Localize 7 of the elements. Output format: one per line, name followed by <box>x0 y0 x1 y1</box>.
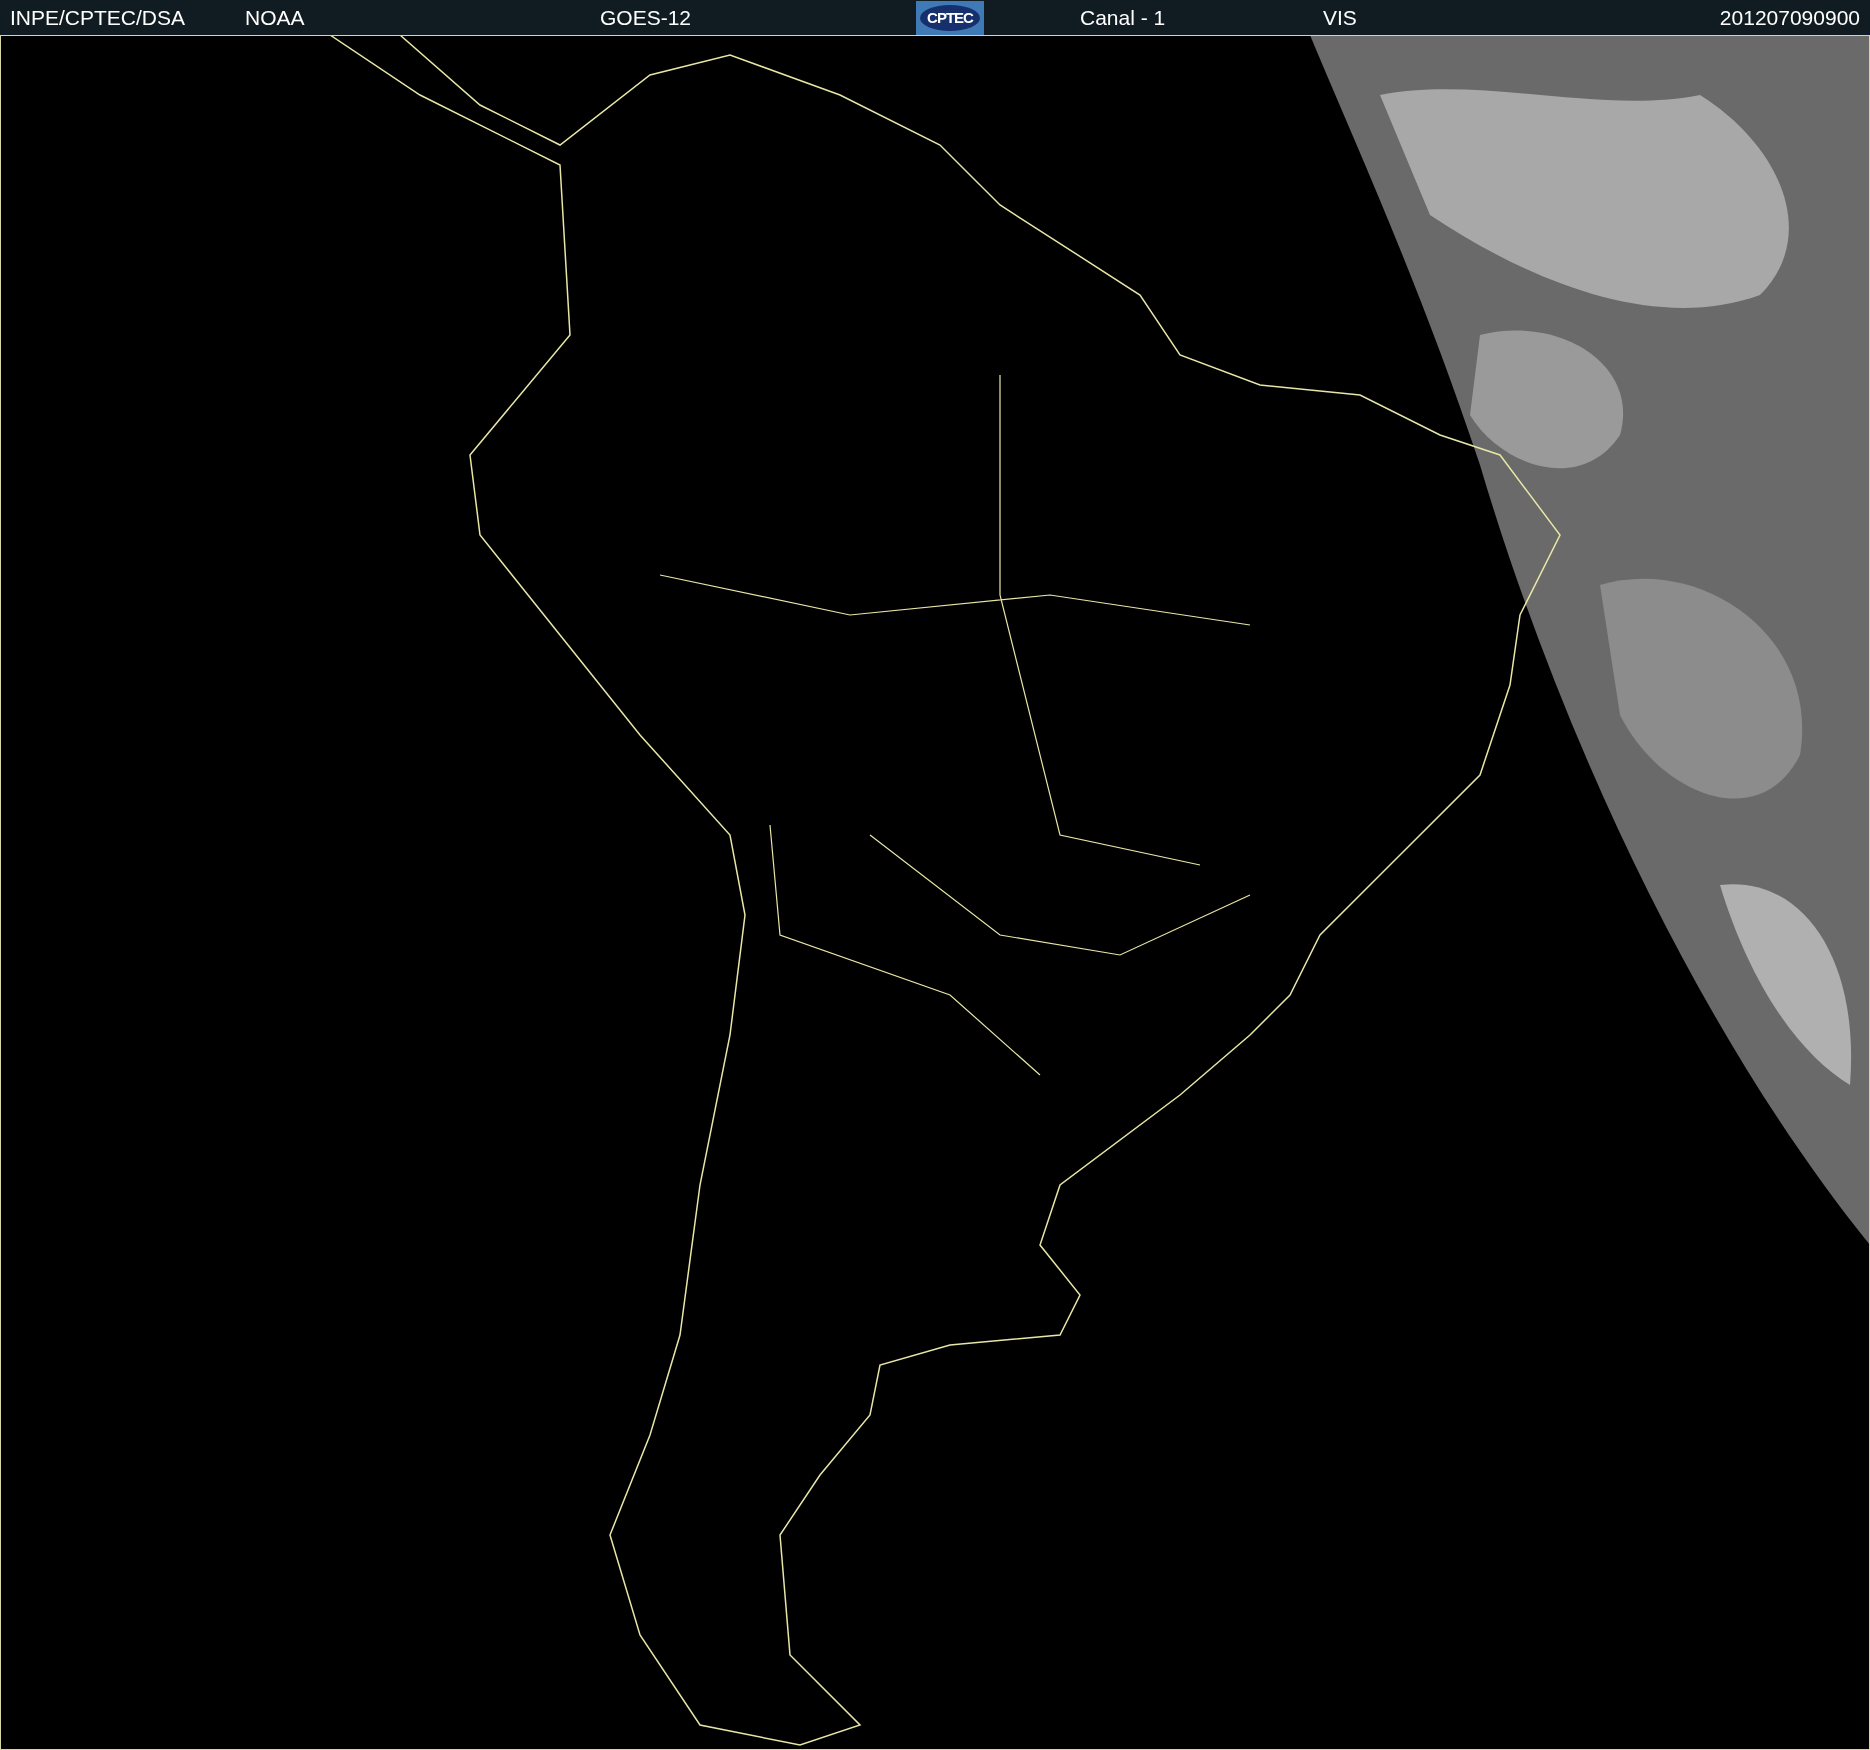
agency-label: NOAA <box>245 5 305 30</box>
channel-label: Canal - 1 <box>1080 5 1166 30</box>
source-label: INPE/CPTEC/DSA <box>10 5 186 30</box>
timestamp-label: 201207090900 <box>1719 5 1860 30</box>
satellite-label: GOES-12 <box>600 5 692 30</box>
cptec-logo: CPTEC <box>916 0 984 35</box>
band-label: VIS <box>1323 5 1357 30</box>
